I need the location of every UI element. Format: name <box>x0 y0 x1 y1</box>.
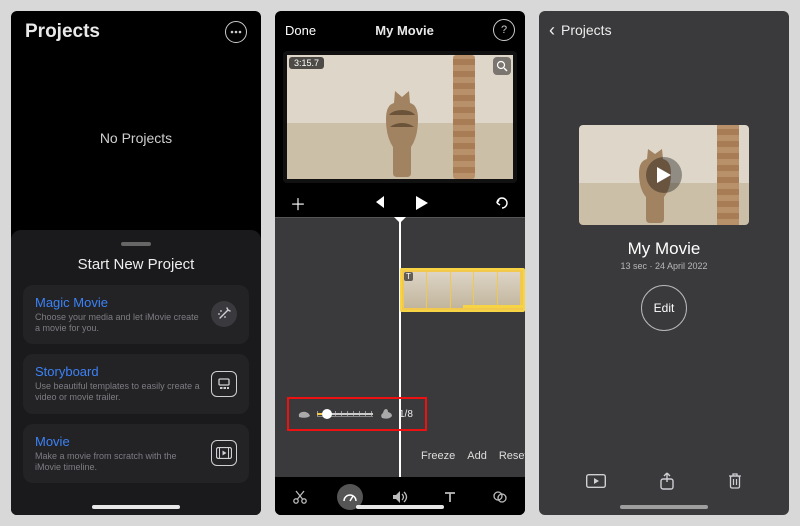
text-icon <box>443 490 457 504</box>
scissors-icon <box>292 489 308 505</box>
card-movie[interactable]: Movie Make a movie from scratch with the… <box>23 424 249 484</box>
speed-control-highlight: 1/8 <box>287 397 427 431</box>
add-button[interactable]: Add <box>467 450 487 462</box>
back-button[interactable]: ‹ Projects <box>539 11 789 49</box>
timeline[interactable]: T 1/8 Freeze A <box>275 217 525 515</box>
storyboard-icon <box>211 371 237 397</box>
undo-icon <box>494 197 510 209</box>
play-overlay[interactable] <box>579 125 749 225</box>
clip[interactable]: T <box>400 268 525 312</box>
card-desc: Use beautiful templates to easily create… <box>35 381 201 404</box>
skip-back-icon <box>372 196 386 208</box>
card-title: Storyboard <box>35 364 201 379</box>
tool-filter[interactable] <box>487 484 513 510</box>
back-label: Projects <box>561 22 612 38</box>
card-desc: Choose your media and let iMovie create … <box>35 312 201 335</box>
play-button[interactable] <box>416 196 428 210</box>
cat-image <box>377 91 427 177</box>
card-magic-movie[interactable]: Magic Movie Choose your media and let iM… <box>23 285 249 345</box>
share-icon <box>660 472 674 490</box>
project-name: My Movie <box>620 239 707 259</box>
add-media-button[interactable]: ＋ <box>287 191 309 215</box>
empty-state: No Projects <box>11 47 261 230</box>
speed-knob[interactable] <box>322 409 332 419</box>
card-desc: Make a movie from scratch with the iMovi… <box>35 451 201 474</box>
project-thumbnail[interactable] <box>579 125 749 225</box>
filmstrip-icon <box>211 440 237 466</box>
speed-slider[interactable] <box>317 411 373 417</box>
home-indicator[interactable] <box>620 505 708 509</box>
project-title: My Movie <box>375 23 434 38</box>
card-title: Magic Movie <box>35 295 201 310</box>
ellipsis-icon <box>230 30 242 34</box>
sheet-grabber[interactable] <box>121 242 151 246</box>
plus-icon: ＋ <box>290 191 306 215</box>
question-icon: ? <box>501 24 507 36</box>
speedometer-icon <box>342 489 358 505</box>
more-button[interactable] <box>225 21 247 43</box>
done-button[interactable]: Done <box>285 23 316 38</box>
speed-value: 1/8 <box>399 409 417 420</box>
edit-button[interactable]: Edit <box>641 285 687 331</box>
empty-state-label: No Projects <box>100 130 172 146</box>
play-rect-icon <box>586 474 606 488</box>
title-badge: T <box>404 272 413 281</box>
home-indicator[interactable] <box>92 505 180 509</box>
freeze-button[interactable]: Freeze <box>421 450 455 462</box>
rabbit-icon <box>379 408 393 420</box>
project-meta: 13 sec · 24 April 2022 <box>620 261 707 271</box>
card-storyboard[interactable]: Storyboard Use beautiful templates to ea… <box>23 354 249 414</box>
tool-cut[interactable] <box>287 484 313 510</box>
filter-icon <box>492 489 508 505</box>
new-project-sheet: Start New Project Magic Movie Choose you… <box>11 230 261 516</box>
reset-button[interactable]: Reset <box>499 450 525 462</box>
play-icon <box>416 196 428 210</box>
page-title: Projects <box>25 21 100 43</box>
timecode-badge: 3:15.7 <box>289 57 324 69</box>
trash-icon <box>728 472 742 490</box>
edit-label: Edit <box>654 301 675 315</box>
magnifier-icon <box>496 60 508 72</box>
speaker-icon <box>392 490 408 504</box>
share-button[interactable] <box>660 472 674 490</box>
magic-wand-icon <box>211 301 237 327</box>
delete-button[interactable] <box>728 472 742 490</box>
home-indicator[interactable] <box>356 505 444 509</box>
undo-button[interactable] <box>491 197 513 209</box>
zoom-button[interactable] <box>493 57 511 75</box>
turtle-icon <box>297 409 311 419</box>
help-button[interactable]: ? <box>493 19 515 41</box>
sheet-title: Start New Project <box>23 256 249 273</box>
card-title: Movie <box>35 434 201 449</box>
clip-audio-bar <box>463 305 524 308</box>
chevron-left-icon: ‹ <box>549 21 555 39</box>
projects-screen: Projects No Projects Start New Project M… <box>11 11 261 515</box>
play-fullscreen-button[interactable] <box>586 474 606 488</box>
editor-screen: Done My Movie ? 3:15.7 ＋ <box>275 11 525 515</box>
video-preview[interactable]: 3:15.7 <box>283 51 517 183</box>
skip-start-button[interactable] <box>372 196 386 210</box>
project-detail-screen: ‹ Projects My Movie 13 sec · 24 April 20… <box>539 11 789 515</box>
play-icon <box>657 167 671 183</box>
